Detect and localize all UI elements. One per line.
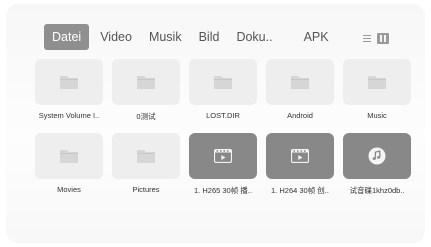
file-tile <box>35 59 103 105</box>
file-item-music[interactable]: Music <box>343 59 411 129</box>
file-tile <box>112 59 180 105</box>
folder-icon <box>137 76 155 89</box>
grid-icon[interactable] <box>377 32 389 44</box>
file-tile <box>343 59 411 105</box>
file-tile <box>266 133 334 179</box>
file-name: Pictures <box>132 185 160 194</box>
folder-icon <box>214 76 232 89</box>
file-item-h265-video[interactable]: 1. H265 30帧 播.. <box>189 133 257 203</box>
category-tabs: Datei Video Musik Bild Doku.. APK <box>44 24 338 50</box>
folder-icon <box>368 76 386 89</box>
file-tile <box>343 133 411 179</box>
tab-datei[interactable]: Datei <box>44 24 90 50</box>
file-tile <box>266 59 334 105</box>
tab-musik[interactable]: Musik <box>141 24 190 50</box>
file-name: Android <box>287 111 313 120</box>
folder-icon <box>291 76 309 89</box>
folder-icon <box>60 76 78 89</box>
music-note-icon <box>368 147 386 165</box>
file-item-android[interactable]: Android <box>266 59 334 129</box>
file-name: Movies <box>57 185 81 194</box>
list-icon[interactable] <box>362 33 374 44</box>
view-mode-toggle <box>362 32 389 44</box>
video-file-icon <box>291 149 309 163</box>
video-file-icon <box>214 149 232 163</box>
file-item-audio-test[interactable]: 试音碟1khz0db.. <box>343 133 411 203</box>
file-tile <box>112 133 180 179</box>
file-name: LOST.DIR <box>206 111 240 120</box>
file-name: 试音碟1khz0db.. <box>349 186 405 195</box>
file-item-pictures[interactable]: Pictures <box>112 133 180 203</box>
folder-icon <box>60 150 78 163</box>
file-tile <box>189 133 257 179</box>
tab-apk[interactable]: APK <box>296 24 337 50</box>
file-tile <box>35 133 103 179</box>
file-name: 0测试 <box>136 112 156 121</box>
file-tile <box>189 59 257 105</box>
file-name: 1. H264 30帧 创.. <box>271 186 329 195</box>
file-name: System Volume I.. <box>38 111 100 120</box>
tab-doku[interactable]: Doku.. <box>228 24 280 50</box>
file-browser-screen: Datei Video Musik Bild Doku.. APK System… <box>6 4 425 243</box>
folder-icon <box>137 150 155 163</box>
file-item-0-test[interactable]: 0测试 <box>112 59 180 129</box>
file-item-movies[interactable]: Movies <box>35 133 103 203</box>
file-name: 1. H265 30帧 播.. <box>194 186 252 195</box>
file-item-system-volume[interactable]: System Volume I.. <box>35 59 103 129</box>
file-item-lost-dir[interactable]: LOST.DIR <box>189 59 257 129</box>
tab-bild[interactable]: Bild <box>191 24 228 50</box>
file-item-h264-video[interactable]: 1. H264 30帧 创.. <box>266 133 334 203</box>
file-name: Music <box>367 111 387 120</box>
tab-video[interactable]: Video <box>92 24 140 50</box>
